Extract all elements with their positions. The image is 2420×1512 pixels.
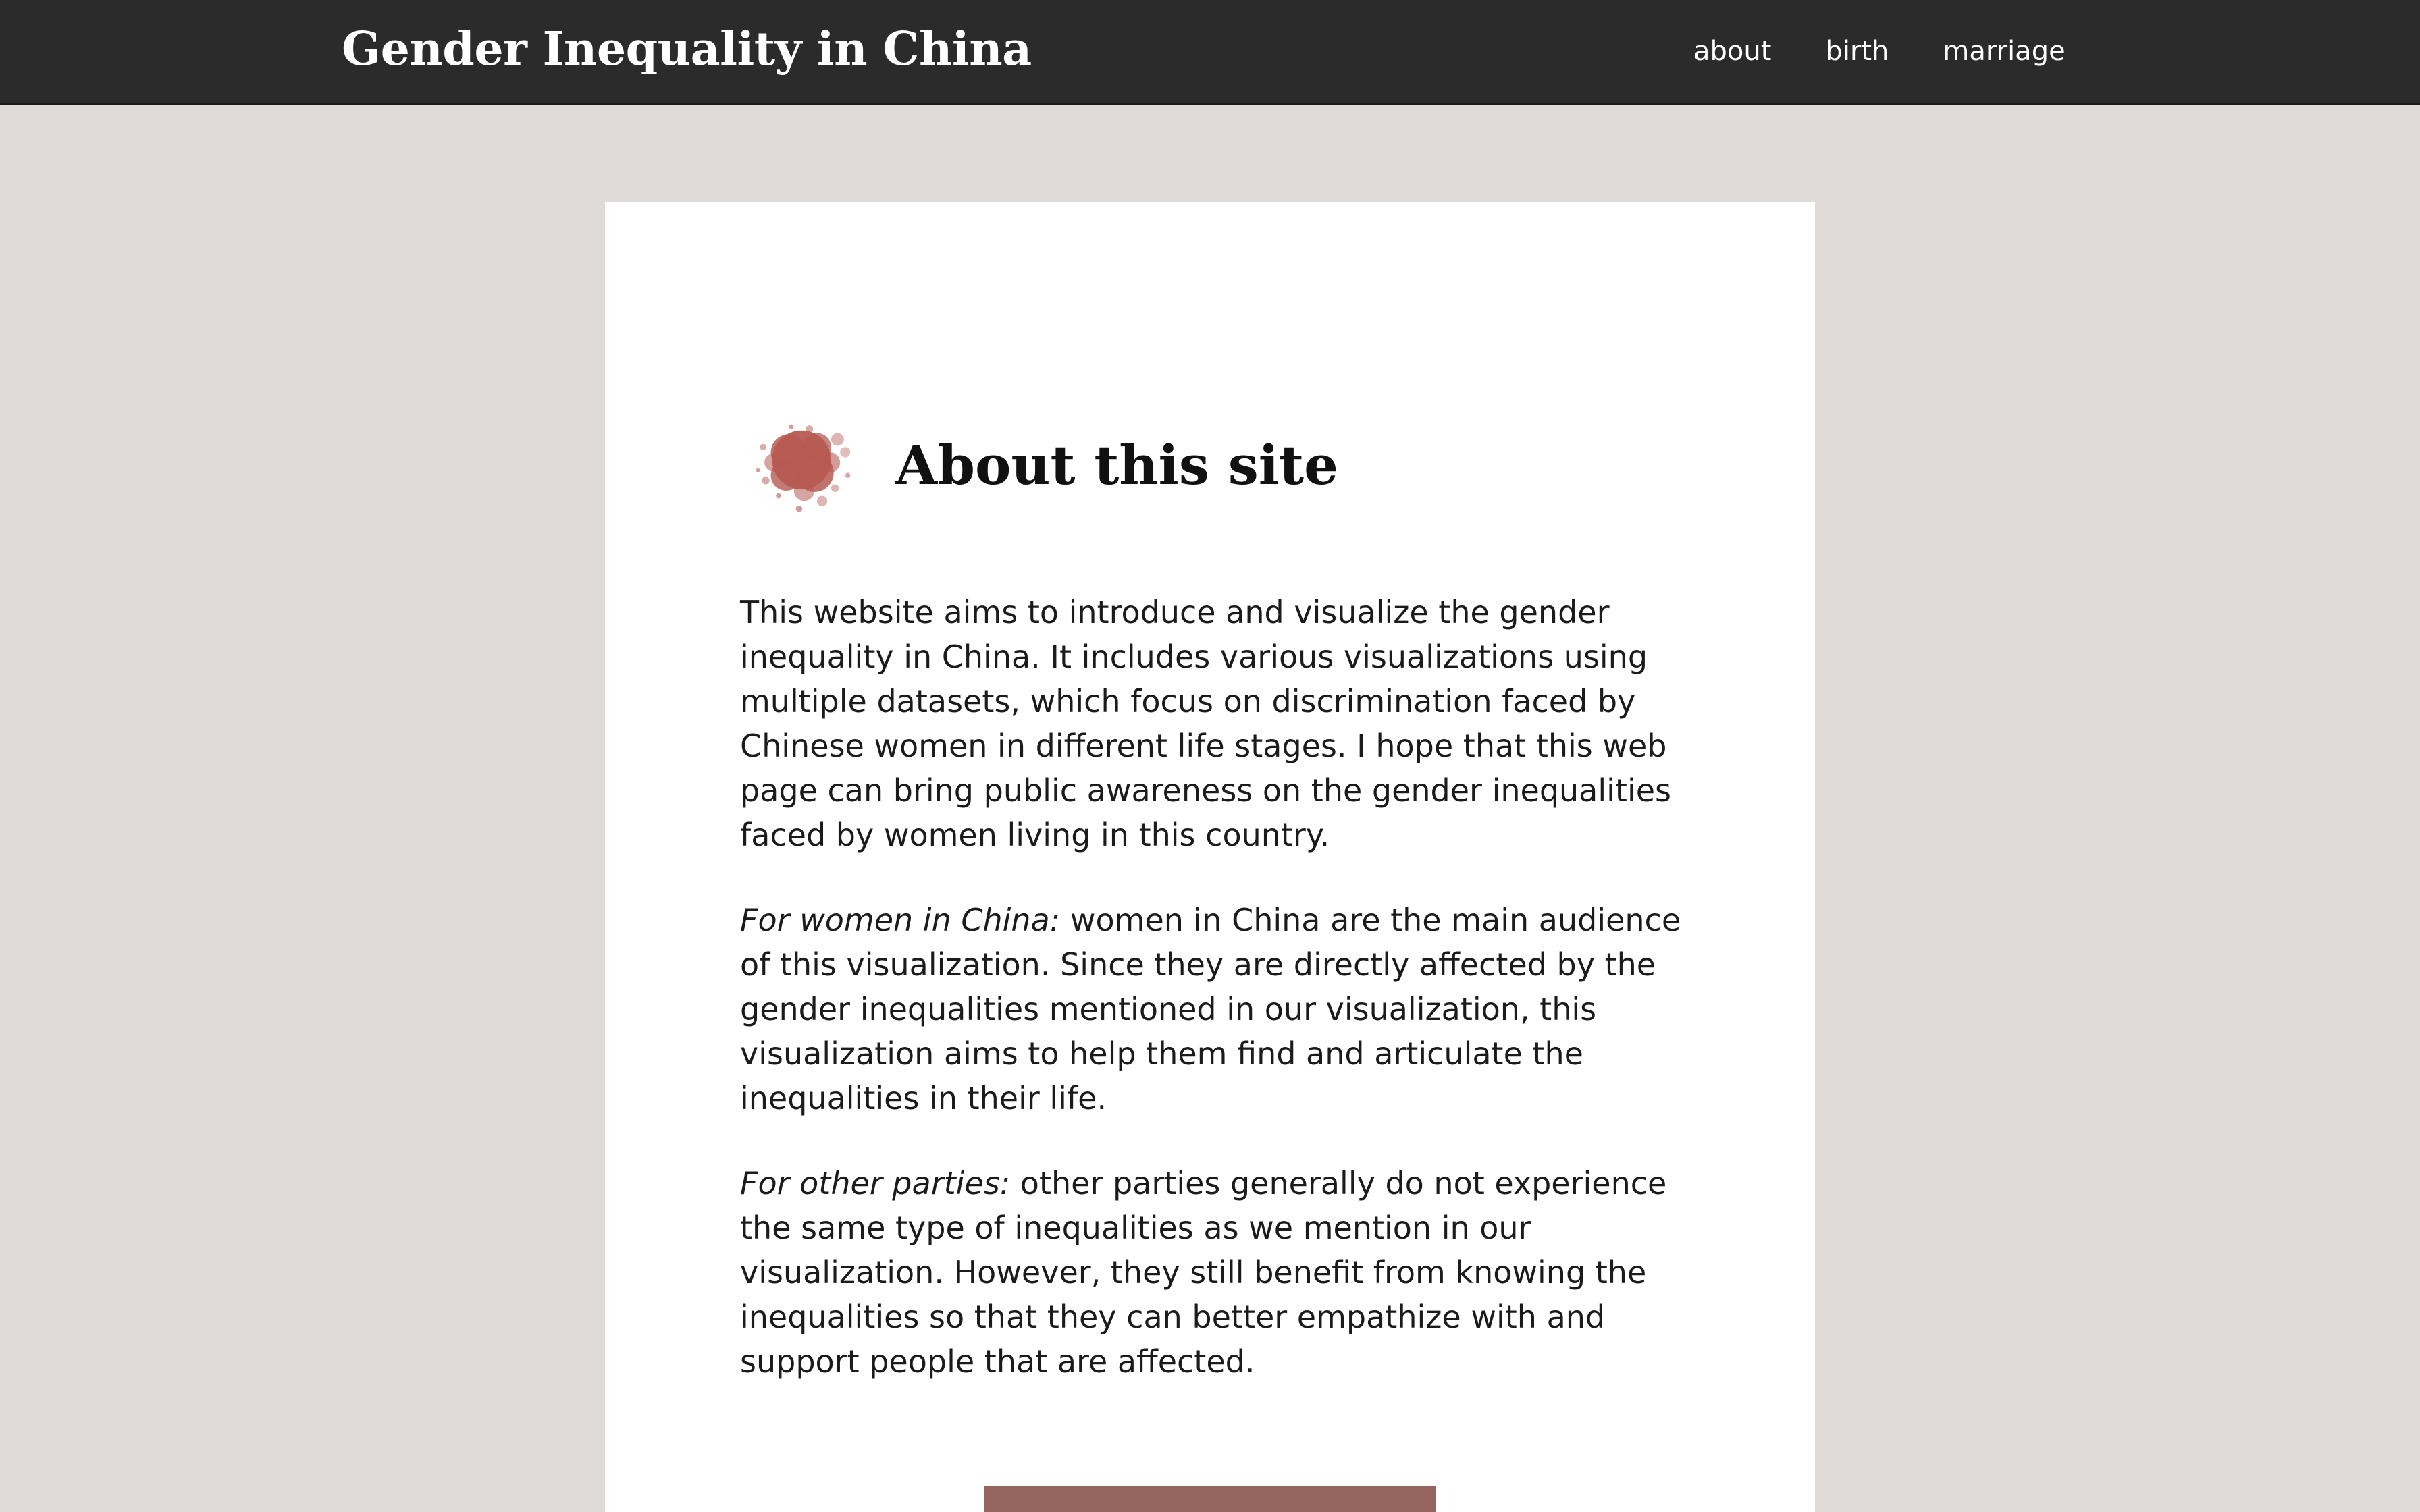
paragraph-lead: For women in China: <box>740 902 1061 938</box>
site-title-link[interactable]: Gender Inequality in China <box>342 19 1032 80</box>
main-nav: about birth marriage <box>1693 30 2066 73</box>
about-text: This website aims to introduce and visua… <box>740 590 1685 1424</box>
nav-link-marriage[interactable]: marriage <box>1943 30 2065 73</box>
other-parties-paragraph: For other parties: other parties general… <box>740 1161 1685 1384</box>
next-section-button[interactable] <box>984 1486 1436 1512</box>
paint-splat-icon <box>756 424 851 512</box>
top-navbar: Gender Inequality in China about birth m… <box>0 0 2420 105</box>
content-card: About this site This website aims to int… <box>605 202 1815 1512</box>
nav-link-about[interactable]: about <box>1693 30 1771 73</box>
nav-link-birth[interactable]: birth <box>1825 30 1889 73</box>
paragraph-lead: For other parties: <box>740 1165 1011 1202</box>
women-audience-paragraph: For women in China: women in China are t… <box>740 898 1685 1120</box>
intro-paragraph: This website aims to introduce and visua… <box>740 590 1685 857</box>
section-heading-row: About this site <box>740 398 1338 533</box>
paragraph-text: This website aims to introduce and visua… <box>740 594 1672 853</box>
page-heading: About this site <box>895 433 1339 497</box>
